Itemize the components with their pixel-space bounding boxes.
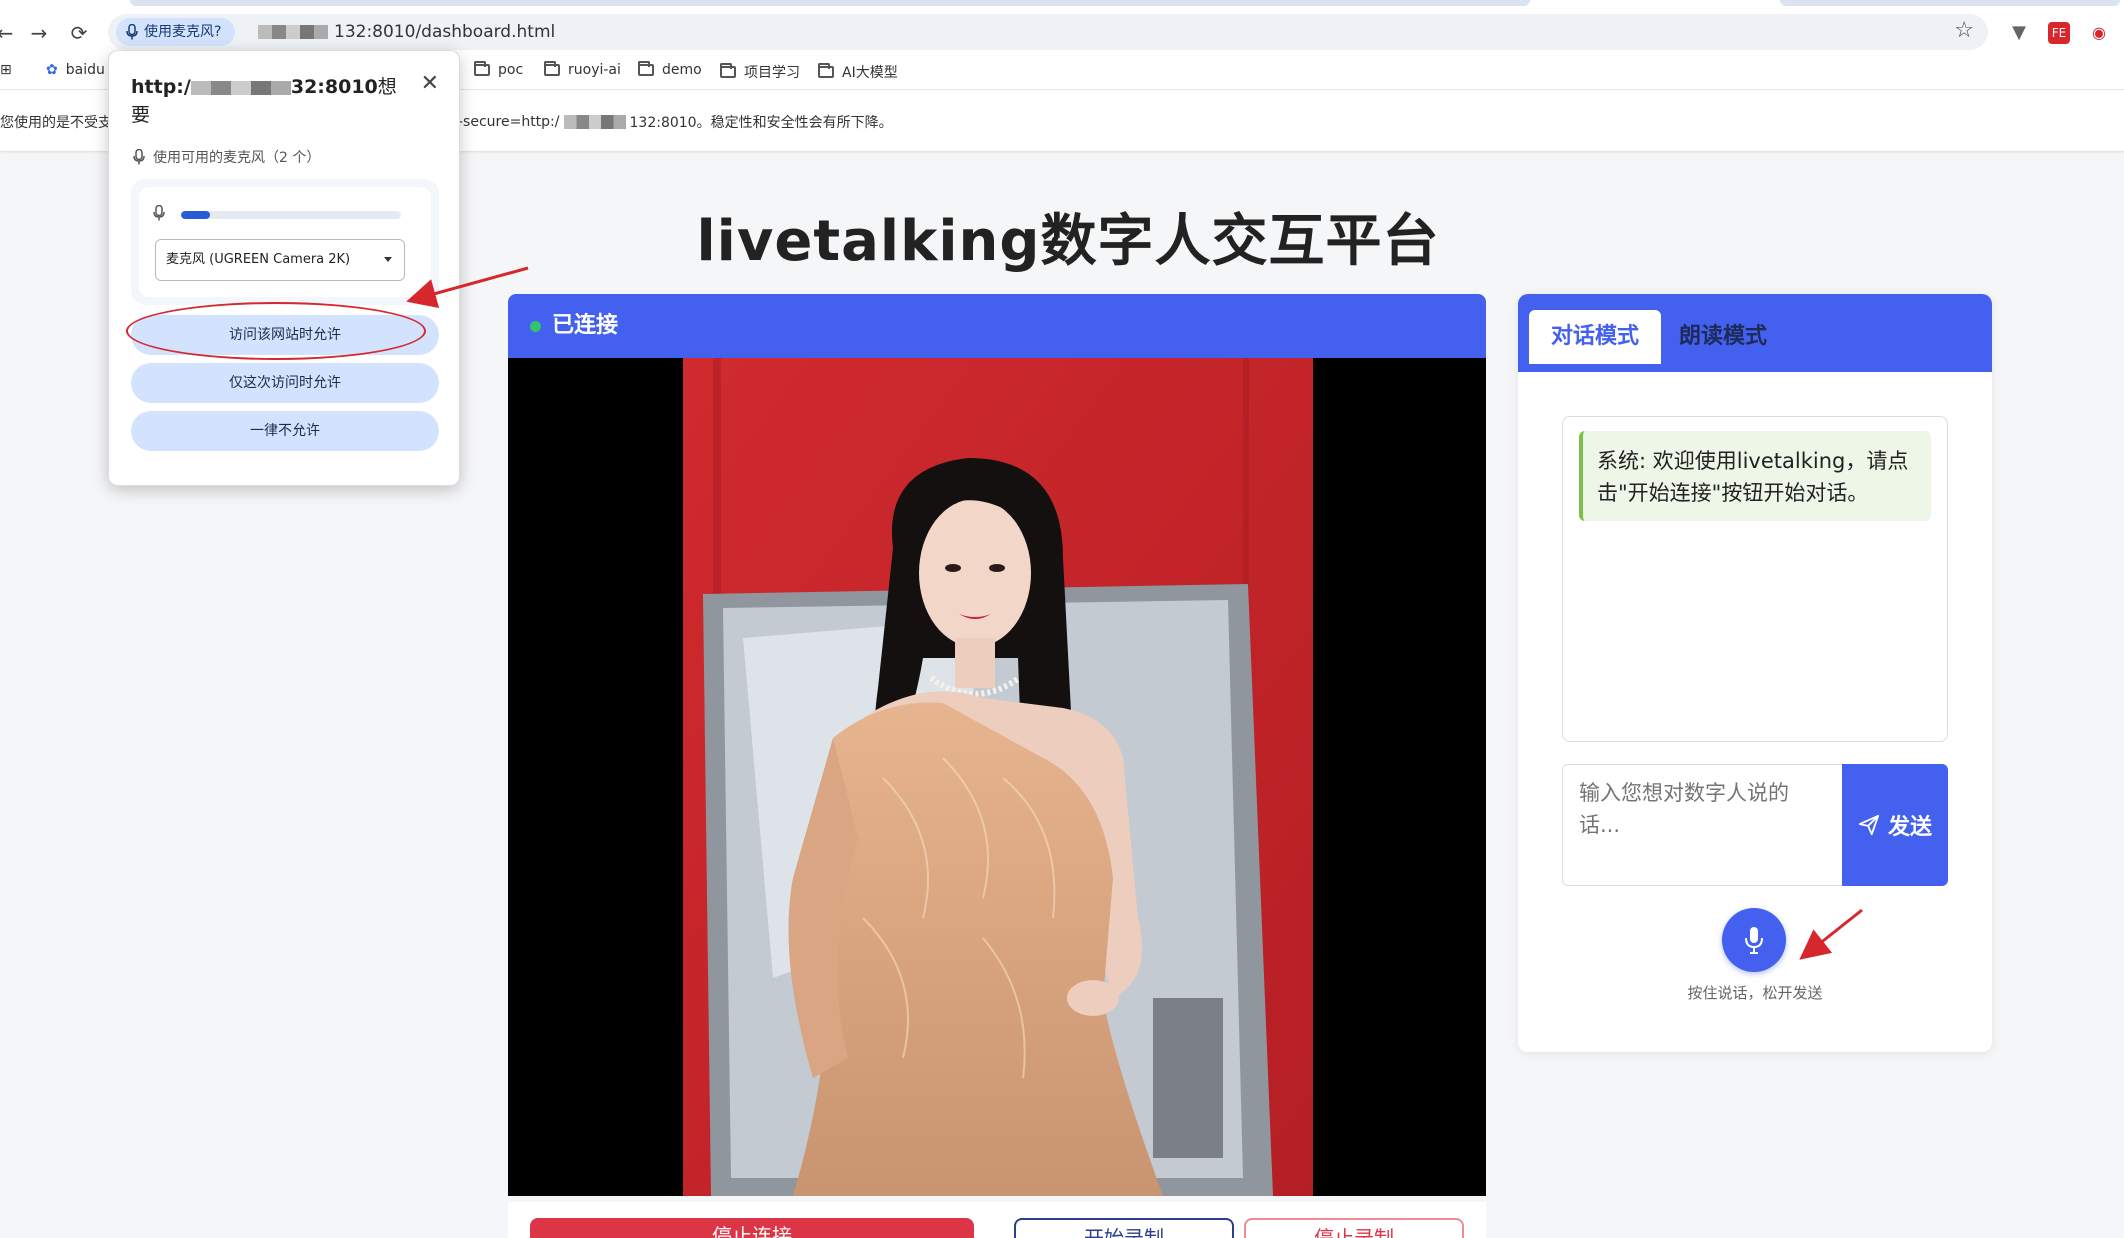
annotation-arrow-mic <box>1799 908 1863 960</box>
annotation-arrows <box>406 266 1863 960</box>
annotation-arrow-allow <box>406 266 529 309</box>
